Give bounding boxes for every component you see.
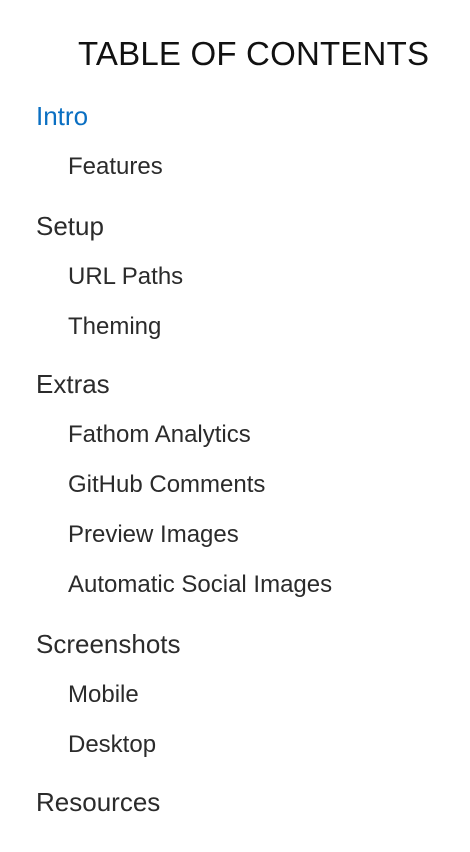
toc-link-intro[interactable]: Intro [36,101,88,131]
toc-link-resources[interactable]: Resources [36,787,160,817]
toc-link-theming[interactable]: Theming [68,313,161,341]
toc-link-features[interactable]: Features [68,153,163,181]
toc-link-setup[interactable]: Setup [36,211,104,241]
toc-link-automatic-social-images[interactable]: Automatic Social Images [68,571,332,599]
toc-link-mobile[interactable]: Mobile [68,681,139,709]
toc-link-preview-images[interactable]: Preview Images [68,521,239,549]
toc-link-github-comments[interactable]: GitHub Comments [68,471,265,499]
toc-link-extras[interactable]: Extras [36,369,110,399]
toc-link-screenshots[interactable]: Screenshots [36,629,181,659]
toc-link-desktop[interactable]: Desktop [68,731,156,759]
table-of-contents: TABLE OF CONTENTS Intro Features Setup U… [0,0,470,852]
toc-link-fathom-analytics[interactable]: Fathom Analytics [68,421,251,449]
toc-link-url-paths[interactable]: URL Paths [68,263,183,291]
toc-list: Intro Features Setup URL Paths Theming E… [0,0,470,852]
